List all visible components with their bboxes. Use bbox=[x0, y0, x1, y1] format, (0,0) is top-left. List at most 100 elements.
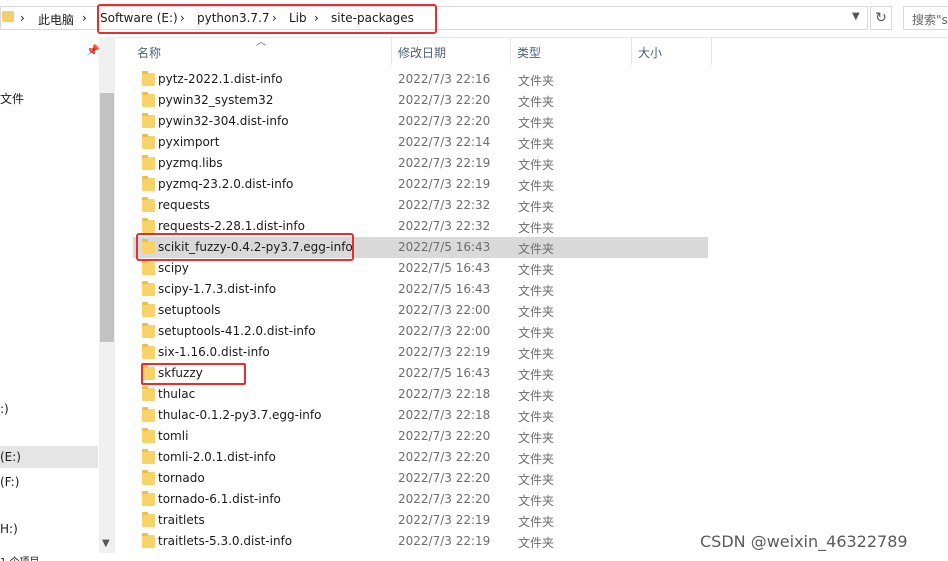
file-row[interactable]: scipy-1.7.3.dist-info 2022/7/5 16:43 文件夹 bbox=[133, 279, 708, 300]
file-row[interactable]: tornado 2022/7/3 22:20 文件夹 bbox=[133, 468, 708, 489]
file-date: 2022/7/3 22:00 bbox=[398, 303, 491, 317]
file-type: 文件夹 bbox=[518, 116, 555, 130]
column-date[interactable]: 修改日期 bbox=[398, 44, 446, 61]
file-row[interactable]: setuptools 2022/7/3 22:00 文件夹 bbox=[133, 300, 708, 321]
file-date: 2022/7/3 22:16 bbox=[398, 72, 491, 86]
file-type: 文件夹 bbox=[518, 305, 555, 319]
folder-icon bbox=[142, 281, 155, 296]
folder-icon bbox=[142, 491, 155, 506]
file-date: 2022/7/5 16:43 bbox=[398, 366, 491, 380]
file-name: pyzmq-23.2.0.dist-info bbox=[158, 177, 294, 191]
file-row[interactable]: tomli 2022/7/3 22:20 文件夹 bbox=[133, 426, 708, 447]
column-divider[interactable] bbox=[711, 37, 712, 65]
file-row[interactable]: six-1.16.0.dist-info 2022/7/3 22:19 文件夹 bbox=[133, 342, 708, 363]
file-type: 文件夹 bbox=[518, 410, 555, 424]
file-type: 文件夹 bbox=[518, 473, 555, 487]
file-row[interactable]: pyzmq-23.2.0.dist-info 2022/7/3 22:19 文件夹 bbox=[133, 174, 708, 195]
folder-icon bbox=[142, 197, 155, 212]
file-name: tornado-6.1.dist-info bbox=[158, 492, 281, 506]
file-type: 文件夹 bbox=[518, 158, 555, 172]
file-type: 文件夹 bbox=[518, 347, 555, 361]
status-item-count: 1 个项目 bbox=[0, 553, 40, 561]
file-date: 2022/7/3 22:19 bbox=[398, 345, 491, 359]
scroll-down-icon[interactable]: ▼ bbox=[102, 538, 110, 549]
file-date: 2022/7/3 22:20 bbox=[398, 471, 491, 485]
folder-icon bbox=[142, 407, 155, 422]
file-row[interactable]: pyximport 2022/7/3 22:14 文件夹 bbox=[133, 132, 708, 153]
file-type: 文件夹 bbox=[518, 368, 555, 382]
file-row[interactable]: thulac 2022/7/3 22:18 文件夹 bbox=[133, 384, 708, 405]
file-date: 2022/7/5 16:43 bbox=[398, 261, 491, 275]
folder-icon bbox=[142, 302, 155, 317]
file-name: traitlets-5.3.0.dist-info bbox=[158, 534, 293, 548]
file-type: 文件夹 bbox=[518, 452, 555, 466]
column-divider[interactable] bbox=[391, 37, 392, 65]
file-date: 2022/7/3 22:19 bbox=[398, 513, 491, 527]
file-row[interactable]: tomli-2.0.1.dist-info 2022/7/3 22:20 文件夹 bbox=[133, 447, 708, 468]
file-row[interactable]: scipy 2022/7/5 16:43 文件夹 bbox=[133, 258, 708, 279]
file-row[interactable]: thulac-0.1.2-py3.7.egg-info 2022/7/3 22:1… bbox=[133, 405, 708, 426]
file-name: pyzmq.libs bbox=[158, 156, 223, 170]
file-type: 文件夹 bbox=[518, 221, 555, 235]
file-date: 2022/7/3 22:20 bbox=[398, 450, 491, 464]
column-divider[interactable] bbox=[631, 37, 632, 65]
search-placeholder: 搜索"s bbox=[912, 13, 948, 27]
file-date: 2022/7/3 22:14 bbox=[398, 135, 491, 149]
file-date: 2022/7/3 22:00 bbox=[398, 324, 491, 338]
file-name: tomli bbox=[158, 429, 189, 443]
file-row[interactable]: pywin32_system32 2022/7/3 22:20 文件夹 bbox=[133, 90, 708, 111]
folder-icon bbox=[142, 155, 155, 170]
file-row[interactable]: traitlets 2022/7/3 22:19 文件夹 bbox=[133, 510, 708, 531]
file-row[interactable]: pywin32-304.dist-info 2022/7/3 22:20 文件夹 bbox=[133, 111, 708, 132]
folder-icon bbox=[142, 344, 155, 359]
chevron-down-icon[interactable]: ▼ bbox=[852, 11, 860, 22]
nav-scrollbar-thumb[interactable] bbox=[100, 93, 114, 342]
folder-icon bbox=[142, 386, 155, 401]
file-row[interactable]: pytz-2022.1.dist-info 2022/7/3 22:16 文件夹 bbox=[133, 69, 708, 90]
file-row[interactable]: pyzmq.libs 2022/7/3 22:19 文件夹 bbox=[133, 153, 708, 174]
file-type: 文件夹 bbox=[518, 284, 555, 298]
file-row[interactable]: traitlets-5.3.0.dist-info 2022/7/3 22:19 文… bbox=[133, 531, 708, 552]
file-type: 文件夹 bbox=[518, 95, 555, 109]
folder-icon bbox=[142, 92, 155, 107]
breadcrumb-this-pc[interactable]: 此电脑 bbox=[38, 11, 74, 28]
file-name: requests-2.28.1.dist-info bbox=[158, 219, 305, 233]
file-type: 文件夹 bbox=[518, 389, 555, 403]
file-name: pyximport bbox=[158, 135, 220, 149]
file-name: six-1.16.0.dist-info bbox=[158, 345, 270, 359]
file-name: scipy-1.7.3.dist-info bbox=[158, 282, 277, 296]
file-date: 2022/7/3 22:19 bbox=[398, 534, 491, 548]
file-type: 文件夹 bbox=[518, 179, 555, 193]
file-name: thulac-0.1.2-py3.7.egg-info bbox=[158, 408, 322, 422]
file-name: pytz-2022.1.dist-info bbox=[158, 72, 283, 86]
folder-icon bbox=[142, 71, 155, 86]
nav-item[interactable]: 文件 bbox=[0, 90, 24, 107]
file-date: 2022/7/3 22:19 bbox=[398, 177, 491, 191]
file-date: 2022/7/3 22:18 bbox=[398, 408, 491, 422]
file-date: 2022/7/3 22:32 bbox=[398, 219, 491, 233]
pin-icon[interactable]: 📌 bbox=[86, 44, 100, 57]
refresh-icon: ↻ bbox=[875, 10, 887, 26]
file-name: tomli-2.0.1.dist-info bbox=[158, 450, 276, 464]
column-divider[interactable] bbox=[510, 37, 511, 65]
sep-icon: › bbox=[20, 11, 25, 25]
column-type[interactable]: 类型 bbox=[517, 44, 541, 61]
column-size[interactable]: 大小 bbox=[638, 44, 662, 61]
folder-icon bbox=[142, 470, 155, 485]
file-row[interactable]: requests 2022/7/3 22:32 文件夹 bbox=[133, 195, 708, 216]
folder-icon bbox=[142, 176, 155, 191]
file-name: pywin32-304.dist-info bbox=[158, 114, 289, 128]
file-row[interactable]: tornado-6.1.dist-info 2022/7/3 22:20 文件夹 bbox=[133, 489, 708, 510]
file-row[interactable]: setuptools-41.2.0.dist-info 2022/7/3 22:0… bbox=[133, 321, 708, 342]
file-type: 文件夹 bbox=[518, 494, 555, 508]
nav-item-drive-f[interactable]: (F:) bbox=[0, 475, 19, 489]
column-name[interactable]: 名称 bbox=[137, 44, 161, 61]
nav-item[interactable]: :) bbox=[0, 402, 9, 416]
nav-item-drive-e[interactable]: (E:) bbox=[0, 450, 21, 464]
refresh-button[interactable]: ↻ bbox=[870, 6, 892, 30]
file-type: 文件夹 bbox=[518, 74, 555, 88]
annotation-box-scikit bbox=[136, 233, 354, 261]
sep-icon: › bbox=[82, 11, 87, 25]
file-type: 文件夹 bbox=[518, 326, 555, 340]
nav-item-drive-h[interactable]: H:) bbox=[0, 522, 18, 536]
